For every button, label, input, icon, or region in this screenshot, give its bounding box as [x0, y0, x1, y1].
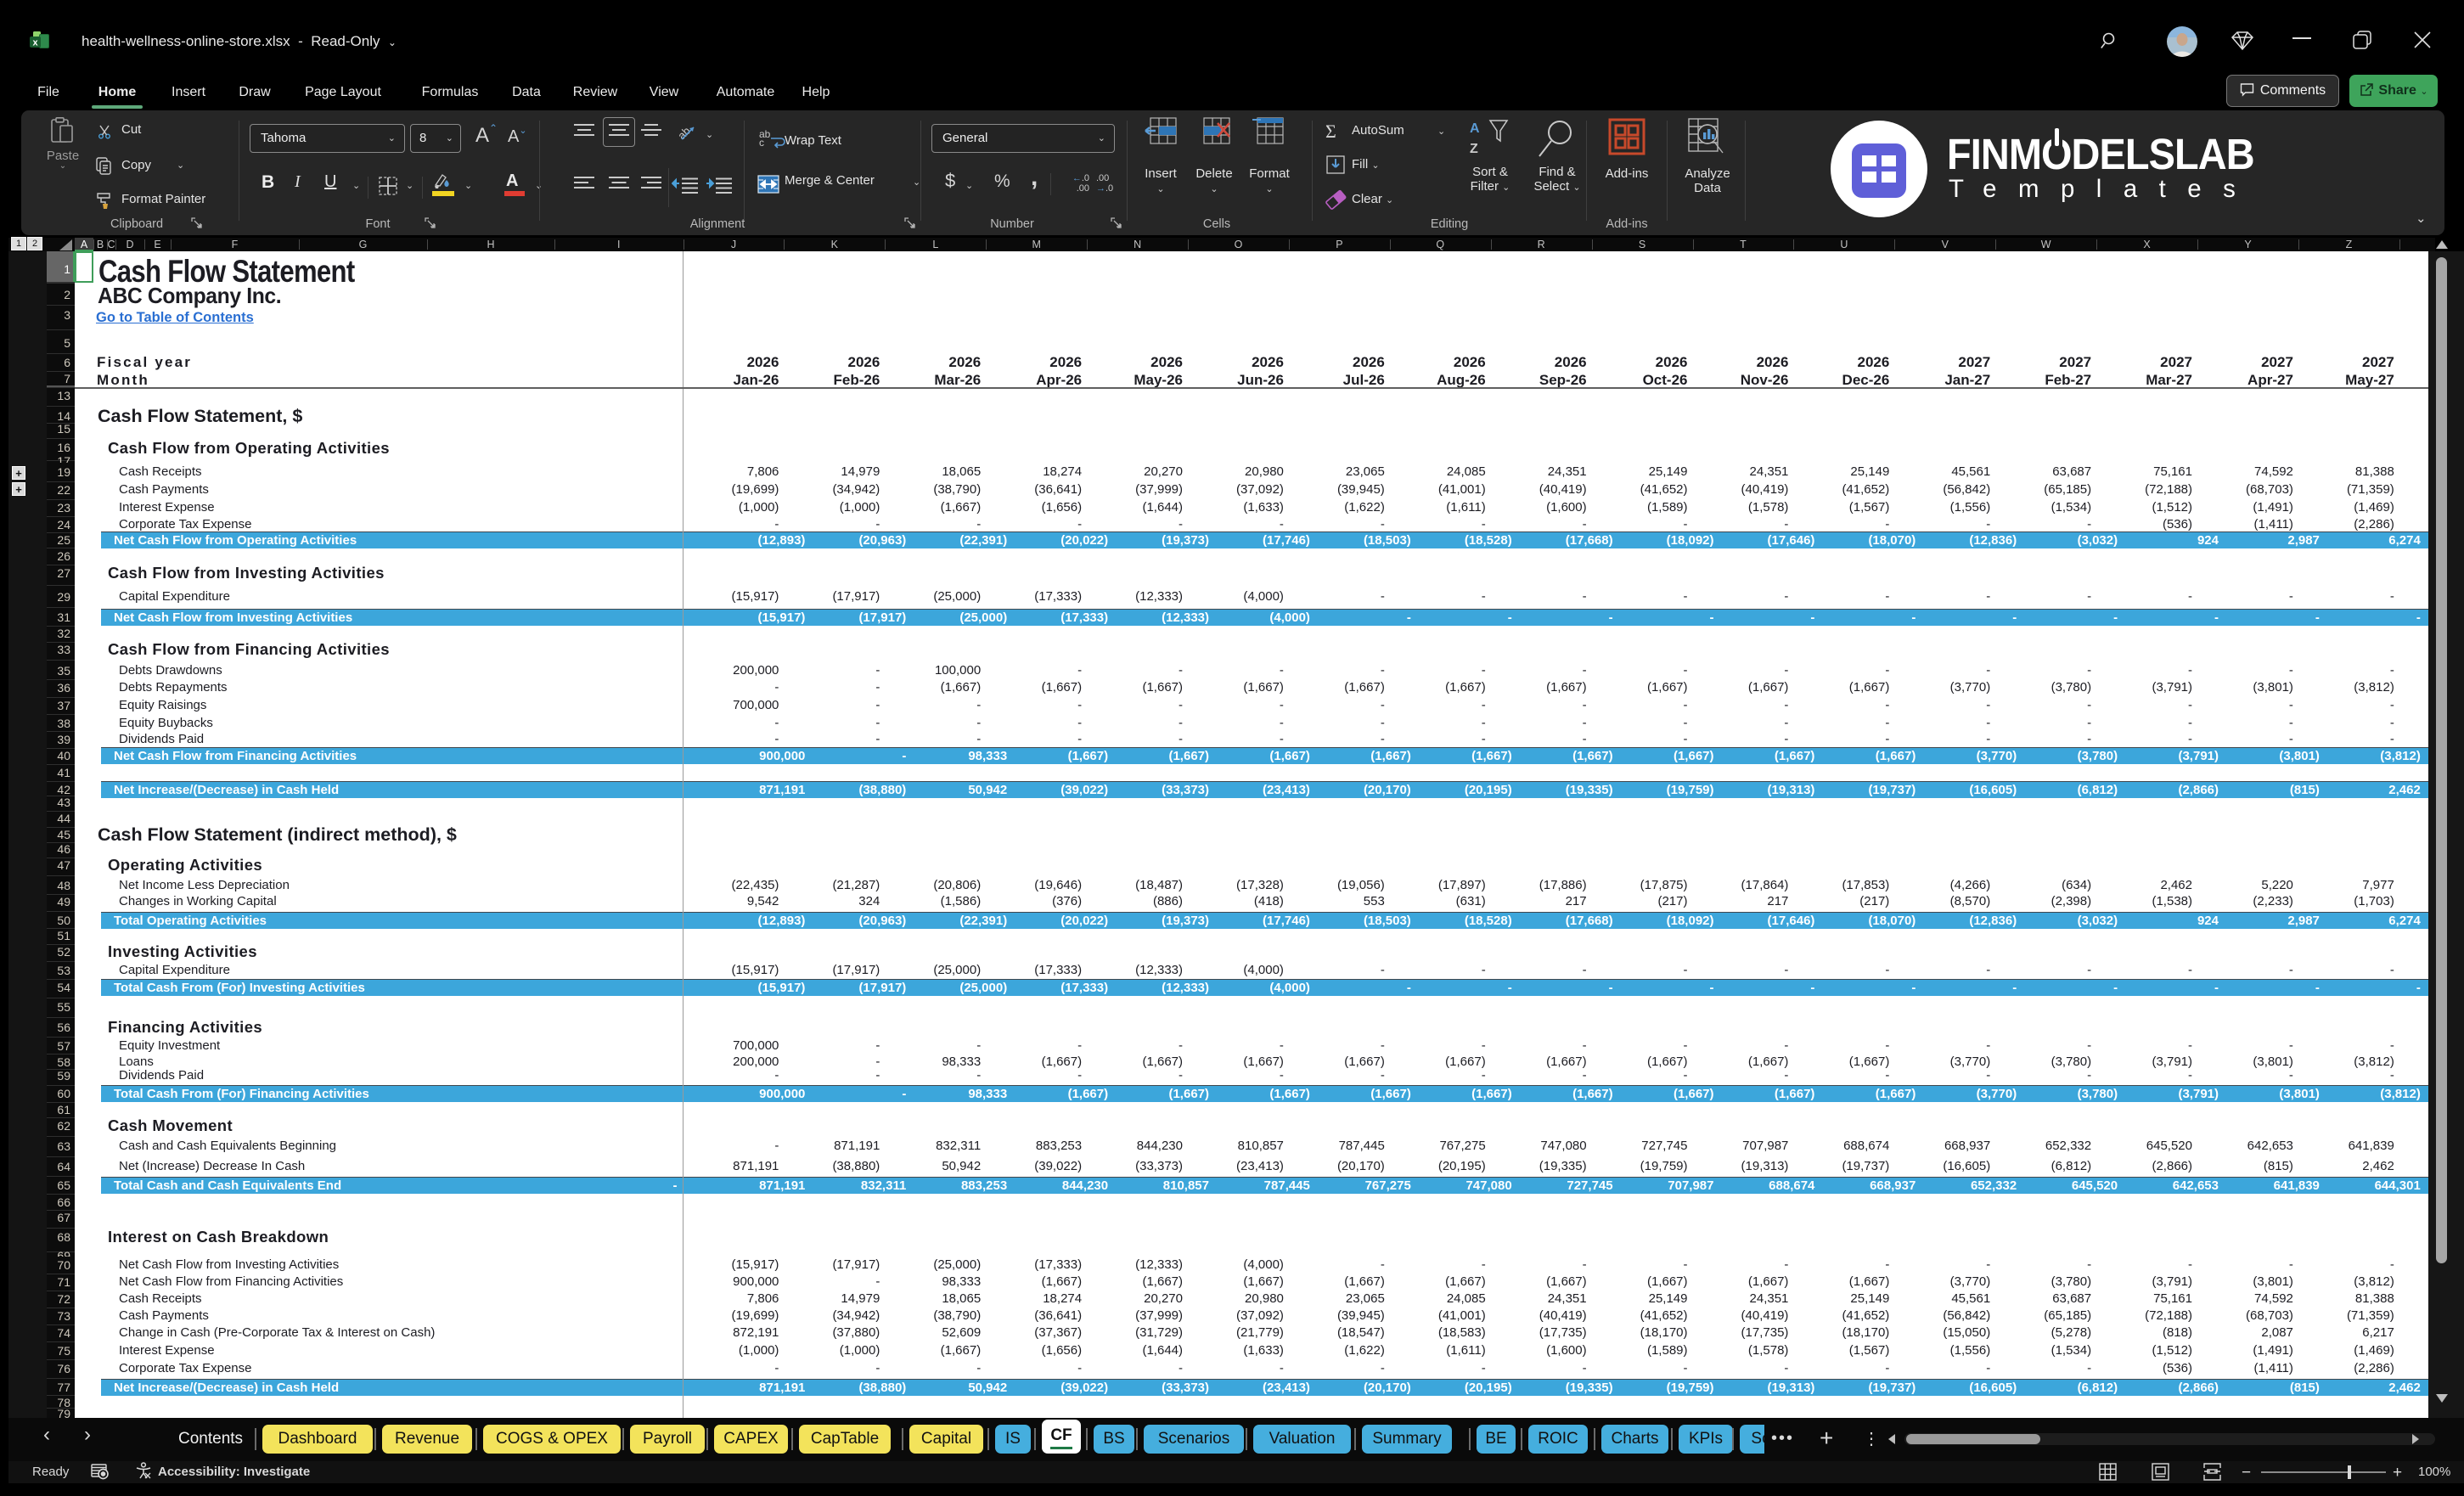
svg-text:x: x	[32, 38, 38, 48]
